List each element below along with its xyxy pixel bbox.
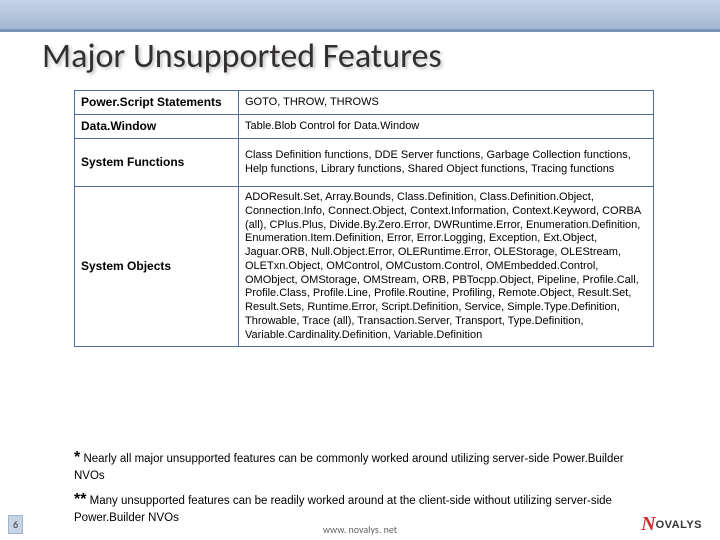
row-label: System Functions xyxy=(75,139,239,187)
footnote-2: ** Many unsupported features can be read… xyxy=(74,490,654,526)
logo-text: OVALYS xyxy=(656,519,702,531)
row-label: Power.Script Statements xyxy=(75,91,239,115)
footnotes: * Nearly all major unsupported features … xyxy=(74,448,654,531)
features-table: Power.Script Statements GOTO, THROW, THR… xyxy=(74,90,654,347)
row-label: System Objects xyxy=(75,187,239,347)
logo-mark-icon: N xyxy=(641,513,649,536)
asterisk: * xyxy=(74,449,80,466)
table-row: System Functions Class Definition functi… xyxy=(75,139,654,187)
footnote-text: Nearly all major unsupported features ca… xyxy=(74,453,624,482)
table-row: System Objects ADOResult.Set, Array.Boun… xyxy=(75,187,654,347)
page-number: 6 xyxy=(8,515,23,534)
table-row: Data.Window Table.Blob Control for Data.… xyxy=(75,115,654,139)
table-row: Power.Script Statements GOTO, THROW, THR… xyxy=(75,91,654,115)
footnote-1: * Nearly all major unsupported features … xyxy=(74,448,654,484)
row-value: Table.Blob Control for Data.Window xyxy=(239,115,654,139)
slide-title: Major Unsupported Features xyxy=(42,36,442,77)
row-label: Data.Window xyxy=(75,115,239,139)
top-gradient-band xyxy=(0,0,720,32)
footer-url: www. novalys. net xyxy=(323,523,397,536)
double-asterisk: ** xyxy=(74,491,86,508)
logo: N OVALYS xyxy=(641,513,702,536)
footnote-text: Many unsupported features can be readily… xyxy=(74,495,612,524)
row-value: GOTO, THROW, THROWS xyxy=(239,91,654,115)
row-value: Class Definition functions, DDE Server f… xyxy=(239,139,654,187)
row-value: ADOResult.Set, Array.Bounds, Class.Defin… xyxy=(239,187,654,347)
